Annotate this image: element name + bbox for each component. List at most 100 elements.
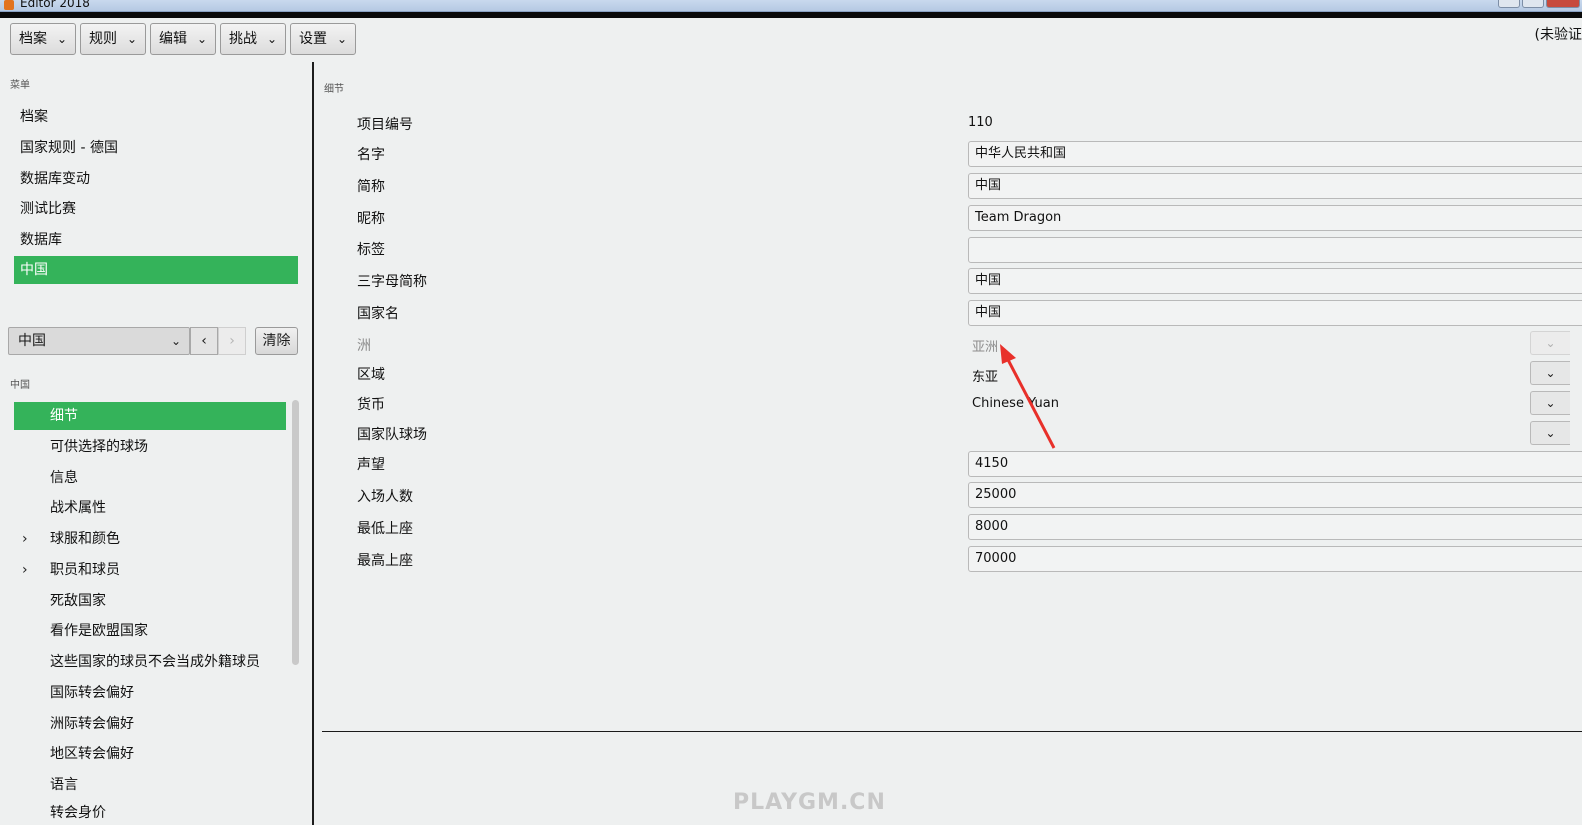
menu-settings-button[interactable]: 设置 ⌄ (290, 23, 356, 55)
chevron-right-icon[interactable]: › (22, 556, 28, 584)
menu-rules-button[interactable]: 规则 ⌄ (80, 23, 146, 55)
chevron-down-icon: ⌄ (126, 32, 137, 46)
sub-item-non-foreign[interactable]: 这些国家的球员不会当成外籍球员 (14, 648, 286, 676)
max-attendance-field[interactable]: 70000 (968, 546, 1582, 572)
nav-item-test-match[interactable]: 测试比赛 (14, 195, 298, 223)
short-name-label: 简称 (357, 179, 385, 195)
menu-group-title: 菜单 (10, 80, 30, 91)
nation-name-field[interactable]: 中国 (968, 300, 1582, 326)
window-titlebar: Editor 2018 (0, 0, 1582, 12)
project-id-label: 项目编号 (357, 117, 413, 133)
sub-item-languages[interactable]: 语言 (14, 771, 286, 799)
sub-item-label: 信息 (50, 470, 78, 486)
project-id-value: 110 (968, 115, 993, 130)
sub-item-tactics[interactable]: 战术属性 (14, 494, 286, 522)
chevron-down-icon: ⌄ (170, 334, 181, 348)
name-field[interactable]: 中华人民共和国 (968, 141, 1582, 167)
sub-item-label: 转会身价 (50, 805, 106, 821)
sub-item-staff[interactable]: › 职员和球员 (14, 556, 286, 584)
currency-label: 货币 (357, 397, 385, 413)
nav-item-file[interactable]: 档案 (14, 103, 298, 131)
maximize-button[interactable] (1522, 0, 1544, 8)
nation-selector[interactable]: 中国 ⌄ (8, 327, 190, 355)
menu-edit-button[interactable]: 编辑 ⌄ (150, 23, 216, 55)
continent-label: 洲 (357, 338, 371, 354)
previous-button[interactable]: ‹ (190, 327, 218, 355)
clear-button[interactable]: 清除 (255, 327, 298, 355)
chevron-down-icon: ⌄ (196, 32, 207, 46)
window-title: Editor 2018 (20, 0, 90, 10)
max-attendance-label: 最高上座 (357, 553, 413, 569)
left-sidebar: 菜单 档案 国家规则 - 德国 数据库变动 测试比赛 数据库 中国 中国 ⌄ ‹… (0, 62, 314, 825)
national-stadium-label: 国家队球场 (357, 427, 427, 443)
menu-challenge-button[interactable]: 挑战 ⌄ (220, 23, 286, 55)
nickname-field[interactable]: Team Dragon (968, 205, 1582, 231)
sub-group-title: 中国 (10, 380, 30, 391)
sidebar-scrollbar[interactable] (292, 400, 299, 665)
min-attendance-field[interactable]: 8000 (968, 514, 1582, 540)
chevron-right-icon[interactable]: › (22, 525, 28, 553)
chevron-down-icon: ⌄ (1545, 396, 1556, 410)
sub-item-continental-transfer[interactable]: 洲际转会偏好 (14, 710, 286, 738)
menu-label: 档案 (19, 31, 47, 47)
close-button[interactable] (1546, 0, 1580, 8)
region-label: 区域 (357, 367, 385, 383)
national-stadium-dropdown[interactable]: ⌄ (1530, 421, 1570, 445)
short-name-field[interactable]: 中国 (968, 173, 1582, 199)
next-button[interactable]: › (218, 327, 246, 355)
continent-dropdown[interactable]: ⌄ (1530, 331, 1570, 355)
menu-file-button[interactable]: 档案 ⌄ (10, 23, 76, 55)
sub-item-transfer-value[interactable]: 转会身价 (14, 799, 286, 825)
section-divider (322, 731, 1582, 732)
tag-field[interactable] (968, 237, 1582, 263)
chevron-down-icon: ⌄ (1545, 366, 1556, 380)
annotation-arrow-icon (1000, 344, 1056, 449)
nav-item-china[interactable]: 中国 (14, 256, 298, 284)
chevron-down-icon: ⌄ (336, 32, 347, 46)
sub-item-label: 可供选择的球场 (50, 439, 148, 455)
three-letter-label: 三字母简称 (357, 274, 427, 290)
minimize-button[interactable] (1498, 0, 1520, 8)
sub-item-label: 地区转会偏好 (50, 746, 134, 762)
reputation-label: 声望 (357, 457, 385, 473)
sub-item-eu-nations[interactable]: 看作是欧盟国家 (14, 617, 286, 645)
sub-item-label: 国际转会偏好 (50, 685, 134, 701)
currency-dropdown[interactable]: ⌄ (1530, 391, 1570, 415)
nickname-label: 昵称 (357, 211, 385, 227)
attendance-field[interactable]: 25000 (968, 482, 1582, 508)
sub-item-intl-transfer[interactable]: 国际转会偏好 (14, 679, 286, 707)
nav-item-database[interactable]: 数据库 (14, 226, 298, 254)
sub-item-rivals[interactable]: 死敌国家 (14, 587, 286, 615)
name-label: 名字 (357, 147, 385, 163)
sub-item-stadiums[interactable]: 可供选择的球场 (14, 433, 286, 461)
sub-item-kits[interactable]: › 球服和颜色 (14, 525, 286, 553)
menu-toolbar: 档案 ⌄ 规则 ⌄ 编辑 ⌄ 挑战 ⌄ 设置 ⌄ (未验证 (0, 18, 1582, 62)
watermark: PLAYGM.CN (733, 790, 886, 815)
sub-item-label: 球服和颜色 (50, 531, 120, 547)
region-dropdown[interactable]: ⌄ (1530, 361, 1570, 385)
chevron-left-icon: ‹ (201, 333, 207, 349)
three-letter-field[interactable]: 中国 (968, 268, 1582, 294)
sub-item-label: 看作是欧盟国家 (50, 623, 148, 639)
sub-item-label: 细节 (50, 408, 78, 424)
sub-item-label: 死敌国家 (50, 593, 106, 609)
tag-label: 标签 (357, 242, 385, 258)
nation-name-label: 国家名 (357, 306, 399, 322)
chevron-right-icon: › (229, 333, 235, 349)
menu-label: 编辑 (159, 31, 187, 47)
nav-item-database-changes[interactable]: 数据库变动 (14, 165, 298, 193)
reputation-field[interactable]: 4150 (968, 451, 1582, 477)
attendance-label: 入场人数 (357, 489, 413, 505)
sub-item-label: 战术属性 (50, 500, 106, 516)
sub-item-details[interactable]: 细节 (14, 402, 286, 430)
sub-item-regional-transfer[interactable]: 地区转会偏好 (14, 740, 286, 768)
details-panel: 细节 项目编号 110 名字 中华人民共和国 简称 中国 昵称 Team Dra… (314, 62, 1582, 825)
chevron-down-icon: ⌄ (1545, 336, 1556, 350)
chevron-down-icon: ⌄ (266, 32, 277, 46)
menu-label: 挑战 (229, 31, 257, 47)
app-icon (4, 0, 14, 10)
sub-item-info[interactable]: 信息 (14, 464, 286, 492)
nav-item-nation-rules[interactable]: 国家规则 - 德国 (14, 134, 298, 162)
min-attendance-label: 最低上座 (357, 521, 413, 537)
menu-label: 设置 (299, 31, 327, 47)
